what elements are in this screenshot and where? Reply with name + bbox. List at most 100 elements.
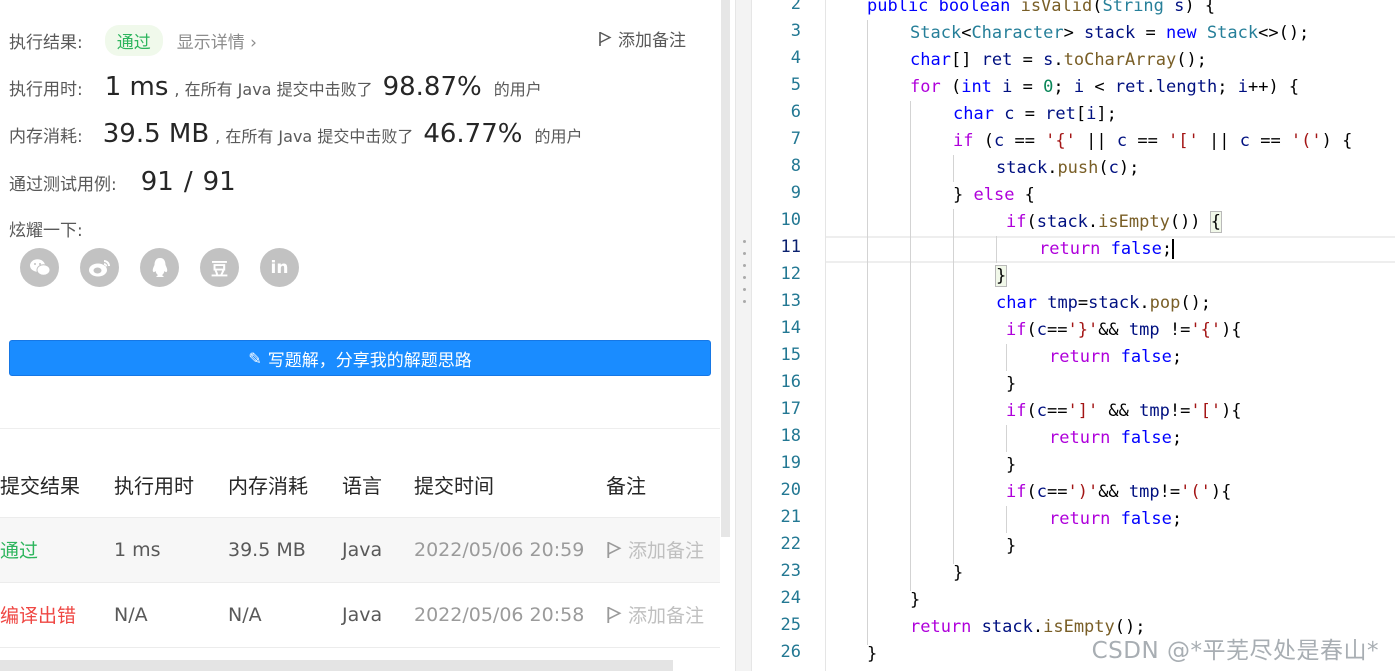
code-line: return false; — [1039, 239, 1175, 259]
indent-guide — [1006, 344, 1007, 371]
line-number: 17 — [780, 399, 801, 419]
code-line: } — [994, 265, 1008, 287]
vertical-scrollbar[interactable] — [721, 0, 730, 537]
code-line: Stack<Character> stack = new Stack<>(); — [910, 23, 1310, 43]
code-line: return false; — [1049, 347, 1183, 367]
row-note-cell[interactable]: 添加备注 — [606, 582, 720, 648]
row-add-note: 添加备注 — [628, 605, 705, 627]
col-result[interactable]: 提交结果 — [0, 452, 114, 518]
col-language[interactable]: 语言 — [342, 452, 414, 518]
runtime-percent: 98.87% — [382, 72, 482, 102]
tests-row: 通过测试用例: 91 / 91 — [9, 167, 236, 197]
table-header-row: 提交结果 执行用时 内存消耗 语言 提交时间 备注 — [0, 452, 720, 518]
indent-guide — [1006, 506, 1007, 533]
row-submit-time: 2022/05/06 20:58 — [414, 582, 606, 648]
line-number: 15 — [780, 345, 801, 365]
line-number: 7 — [790, 129, 801, 149]
linkedin-glyph: in — [270, 257, 289, 278]
show-details-link[interactable]: 显示详情 › — [177, 28, 257, 53]
panel-resize-handle[interactable] — [735, 0, 752, 671]
code-line: public boolean isValid(String s) { — [867, 0, 1216, 16]
code-line: } — [867, 644, 878, 664]
line-number: 3 — [790, 21, 801, 41]
tests-label: 通过测试用例: — [9, 175, 117, 195]
douban-icon[interactable]: 豆 — [200, 248, 239, 287]
code-line: return false; — [1049, 428, 1183, 448]
share-row: 炫耀一下: — [9, 216, 83, 241]
wechat-icon[interactable] — [20, 248, 59, 287]
table-row[interactable]: 通过 1 ms 39.5 MB Java 2022/05/06 20:59 添加… — [0, 517, 720, 583]
line-number: 24 — [780, 588, 801, 608]
code-line: if(c=='}'&& tmp !='{'){ — [1006, 320, 1242, 340]
row-result[interactable]: 通过 — [0, 517, 114, 583]
flag-icon — [607, 606, 622, 623]
code-line: if(c==']' && tmp!='['){ — [1006, 401, 1242, 421]
row-result[interactable]: 编译出错 — [0, 582, 114, 648]
submissions-table: 提交结果 执行用时 内存消耗 语言 提交时间 备注 通过 1 ms 39.5 M… — [0, 452, 720, 648]
col-memory[interactable]: 内存消耗 — [228, 452, 342, 518]
row-note-cell[interactable]: 添加备注 — [606, 517, 720, 583]
code-line: } — [910, 590, 921, 610]
tests-separator: / — [183, 167, 193, 197]
code-line: char tmp=stack.pop(); — [996, 293, 1212, 313]
code-line: for (int i = 0; i < ret.length; i++) { — [910, 77, 1300, 97]
grip-dot — [743, 300, 746, 303]
line-number: 9 — [790, 183, 801, 203]
write-solution-label: 写题解，分享我的解题思路 — [267, 350, 472, 371]
memory-value: 39.5 MB — [102, 119, 210, 149]
indent-guide — [910, 101, 911, 591]
code-line: } — [1006, 374, 1017, 394]
col-notes: 备注 — [606, 452, 720, 518]
line-number: 5 — [790, 75, 801, 95]
text-cursor — [1172, 239, 1175, 259]
line-number: 11 — [780, 237, 801, 257]
share-buttons: 豆 in — [20, 248, 299, 287]
line-number: 2 — [790, 0, 801, 14]
runtime-label: 执行用时: — [9, 80, 83, 100]
grip-dot — [743, 288, 746, 291]
row-runtime: 1 ms — [114, 517, 228, 583]
runtime-beat-text: , 在所有 Java 提交中击败了 — [174, 80, 373, 99]
indent-guide — [1006, 425, 1007, 452]
indent-guide — [953, 155, 954, 182]
memory-row: 内存消耗: 39.5 MB , 在所有 Java 提交中击败了 46.77% 的… — [9, 119, 582, 149]
indent-guide — [867, 20, 868, 645]
line-number: 6 — [790, 102, 801, 122]
memory-label: 内存消耗: — [9, 127, 83, 147]
weibo-icon[interactable] — [80, 248, 119, 287]
code-line: } — [1006, 536, 1017, 556]
qq-icon[interactable] — [140, 248, 179, 287]
line-number: 23 — [780, 561, 801, 581]
linkedin-icon[interactable]: in — [260, 248, 299, 287]
line-number: 18 — [780, 426, 801, 446]
row-memory: 39.5 MB — [228, 517, 342, 583]
memory-beat-text: , 在所有 Java 提交中击败了 — [215, 127, 414, 146]
row-memory: N/A — [228, 582, 342, 648]
row-language: Java — [342, 582, 414, 648]
code-line: } — [953, 563, 964, 583]
col-runtime[interactable]: 执行用时 — [114, 452, 228, 518]
grip-dot — [743, 252, 746, 255]
gutter-border — [825, 0, 826, 671]
scrollbar-thumb[interactable] — [721, 0, 730, 537]
write-solution-button[interactable]: ✎ 写题解，分享我的解题思路 — [9, 340, 711, 376]
douban-glyph: 豆 — [211, 260, 228, 280]
line-number: 21 — [780, 507, 801, 527]
result-row: 执行结果: 通过 显示详情 › — [9, 25, 257, 56]
add-note-button[interactable]: 添加备注 — [598, 26, 686, 51]
memory-percent: 46.77% — [423, 119, 523, 149]
horizontal-scrollbar[interactable] — [0, 660, 673, 671]
code-line: char[] ret = s.toCharArray(); — [910, 50, 1207, 70]
add-note-label: 添加备注 — [618, 31, 686, 51]
code-line: if(stack.isEmpty()) { — [1006, 211, 1223, 233]
code-line: stack.push(c); — [996, 158, 1140, 178]
table-row[interactable]: 编译出错 N/A N/A Java 2022/05/06 20:58 添加备注 — [0, 582, 720, 648]
tests-passed: 91 — [140, 167, 174, 197]
code-line: if (c == '{' || c == '[' || c == '(') { — [953, 131, 1353, 151]
col-submit-time[interactable]: 提交时间 — [414, 452, 606, 518]
code-editor[interactable]: 2 3 4 5 6 7 8 9 10 11 12 13 14 15 16 17 18 19 20 21 22 23 24 25… — [752, 0, 1395, 671]
code-line: if(c==')'&& tmp!='('){ — [1006, 482, 1232, 502]
code-line: return false; — [1049, 509, 1183, 529]
line-number: 10 — [780, 210, 801, 230]
flag-icon — [607, 541, 622, 558]
